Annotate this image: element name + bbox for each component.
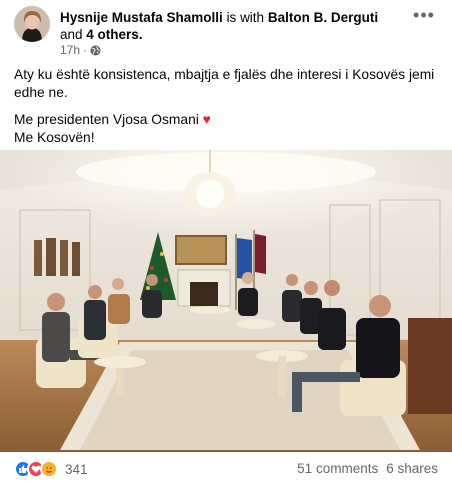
post-message: Aty ku është konsistenca, mbajtja e fjal… (14, 66, 440, 147)
post-footer: 341 51 comments 6 shares (14, 458, 438, 480)
more-horizontal-icon: ••• (413, 5, 435, 25)
post-photo[interactable] (0, 150, 452, 452)
engagement-stats: 51 comments 6 shares (297, 461, 438, 476)
post-meta: 17h · (60, 43, 101, 57)
author-avatar[interactable] (14, 6, 50, 42)
heart-icon: ♥ (202, 112, 211, 127)
post-timestamp[interactable]: 17h (60, 43, 80, 57)
more-options-button[interactable]: ••• (410, 5, 438, 28)
with-text: is with (226, 10, 265, 25)
shares-count-link[interactable]: 6 shares (386, 461, 438, 476)
post-line-2-text: Me presidenten Vjosa Osmani (14, 112, 199, 127)
dot-separator: · (83, 43, 88, 57)
others-link[interactable]: 4 others. (86, 27, 142, 42)
care-icon (40, 460, 58, 478)
reaction-count: 341 (65, 461, 88, 477)
comments-count-link[interactable]: 51 comments (297, 461, 378, 476)
post-line-3: Me Kosovën! (14, 130, 95, 145)
post-heading: Hysnije Mustafa Shamolli is with Balton … (60, 9, 400, 43)
post-header: Hysnije Mustafa Shamolli is with Balton … (14, 5, 438, 57)
reactions-summary[interactable]: 341 (14, 460, 88, 478)
post-paragraph-1: Aty ku është konsistenca, mbajtja e fjal… (14, 67, 435, 100)
and-text: and (60, 27, 83, 42)
post-card: Hysnije Mustafa Shamolli is with Balton … (0, 0, 452, 496)
author-name-link[interactable]: Hysnije Mustafa Shamolli (60, 10, 223, 25)
post-line-2: Me presidenten Vjosa Osmani ♥ (14, 111, 440, 129)
tagged-person-link[interactable]: Balton B. Derguti (268, 10, 378, 25)
globe-icon[interactable] (90, 44, 101, 56)
